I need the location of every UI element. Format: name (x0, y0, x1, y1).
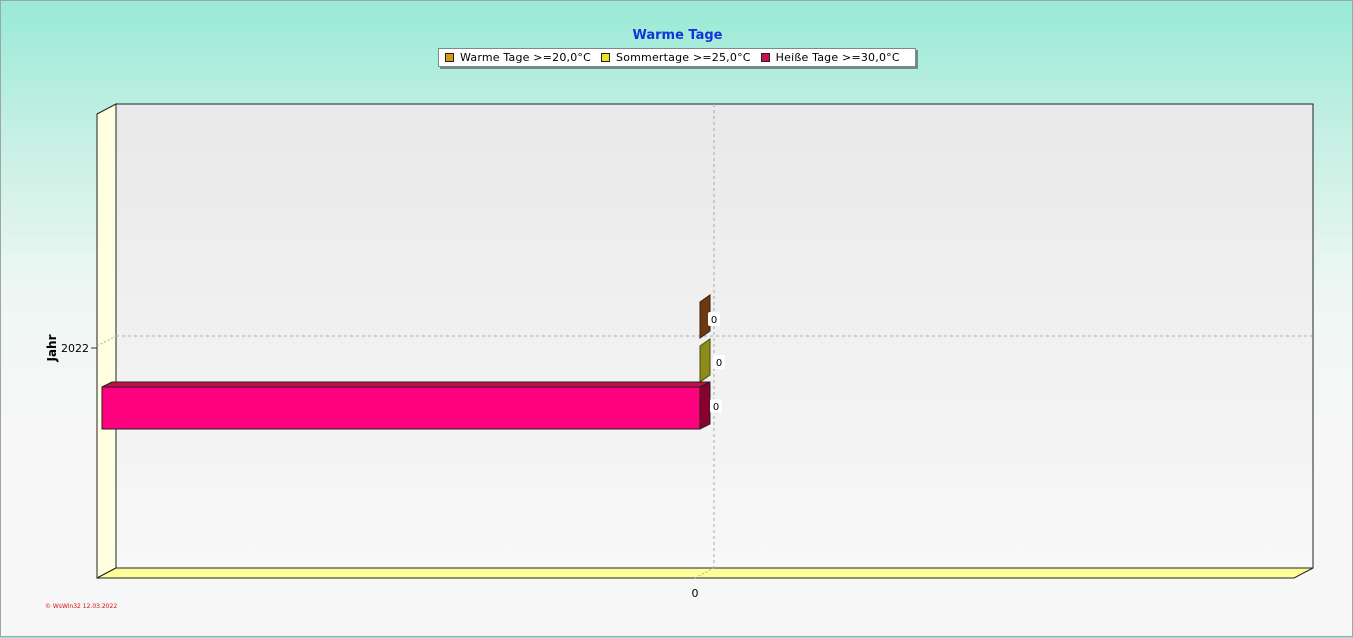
data-label-sommertage: 0 (713, 355, 725, 369)
bar-heisse-tage-2022 (101, 381, 711, 430)
x-tick-label-0: 0 (692, 587, 699, 600)
svg-text:0: 0 (711, 315, 717, 326)
bar-sommertage-2022 (699, 338, 711, 383)
left-wall (96, 103, 117, 579)
chart-svg: 0 0 0 2022 0 Jahr (45, 103, 1314, 600)
floor (96, 567, 1314, 579)
y-axis-title: Jahr (45, 334, 59, 362)
data-label-warme-tage: 0 (708, 312, 720, 326)
y-tick-label-2022: 2022 (61, 342, 89, 355)
plot-back-wall (115, 103, 1314, 569)
data-label-heisse-tage: 0 (710, 399, 722, 413)
svg-text:0: 0 (713, 402, 719, 413)
footer-copyright: © WsWin32 12.03.2022 (45, 603, 118, 610)
svg-text:0: 0 (716, 358, 722, 369)
